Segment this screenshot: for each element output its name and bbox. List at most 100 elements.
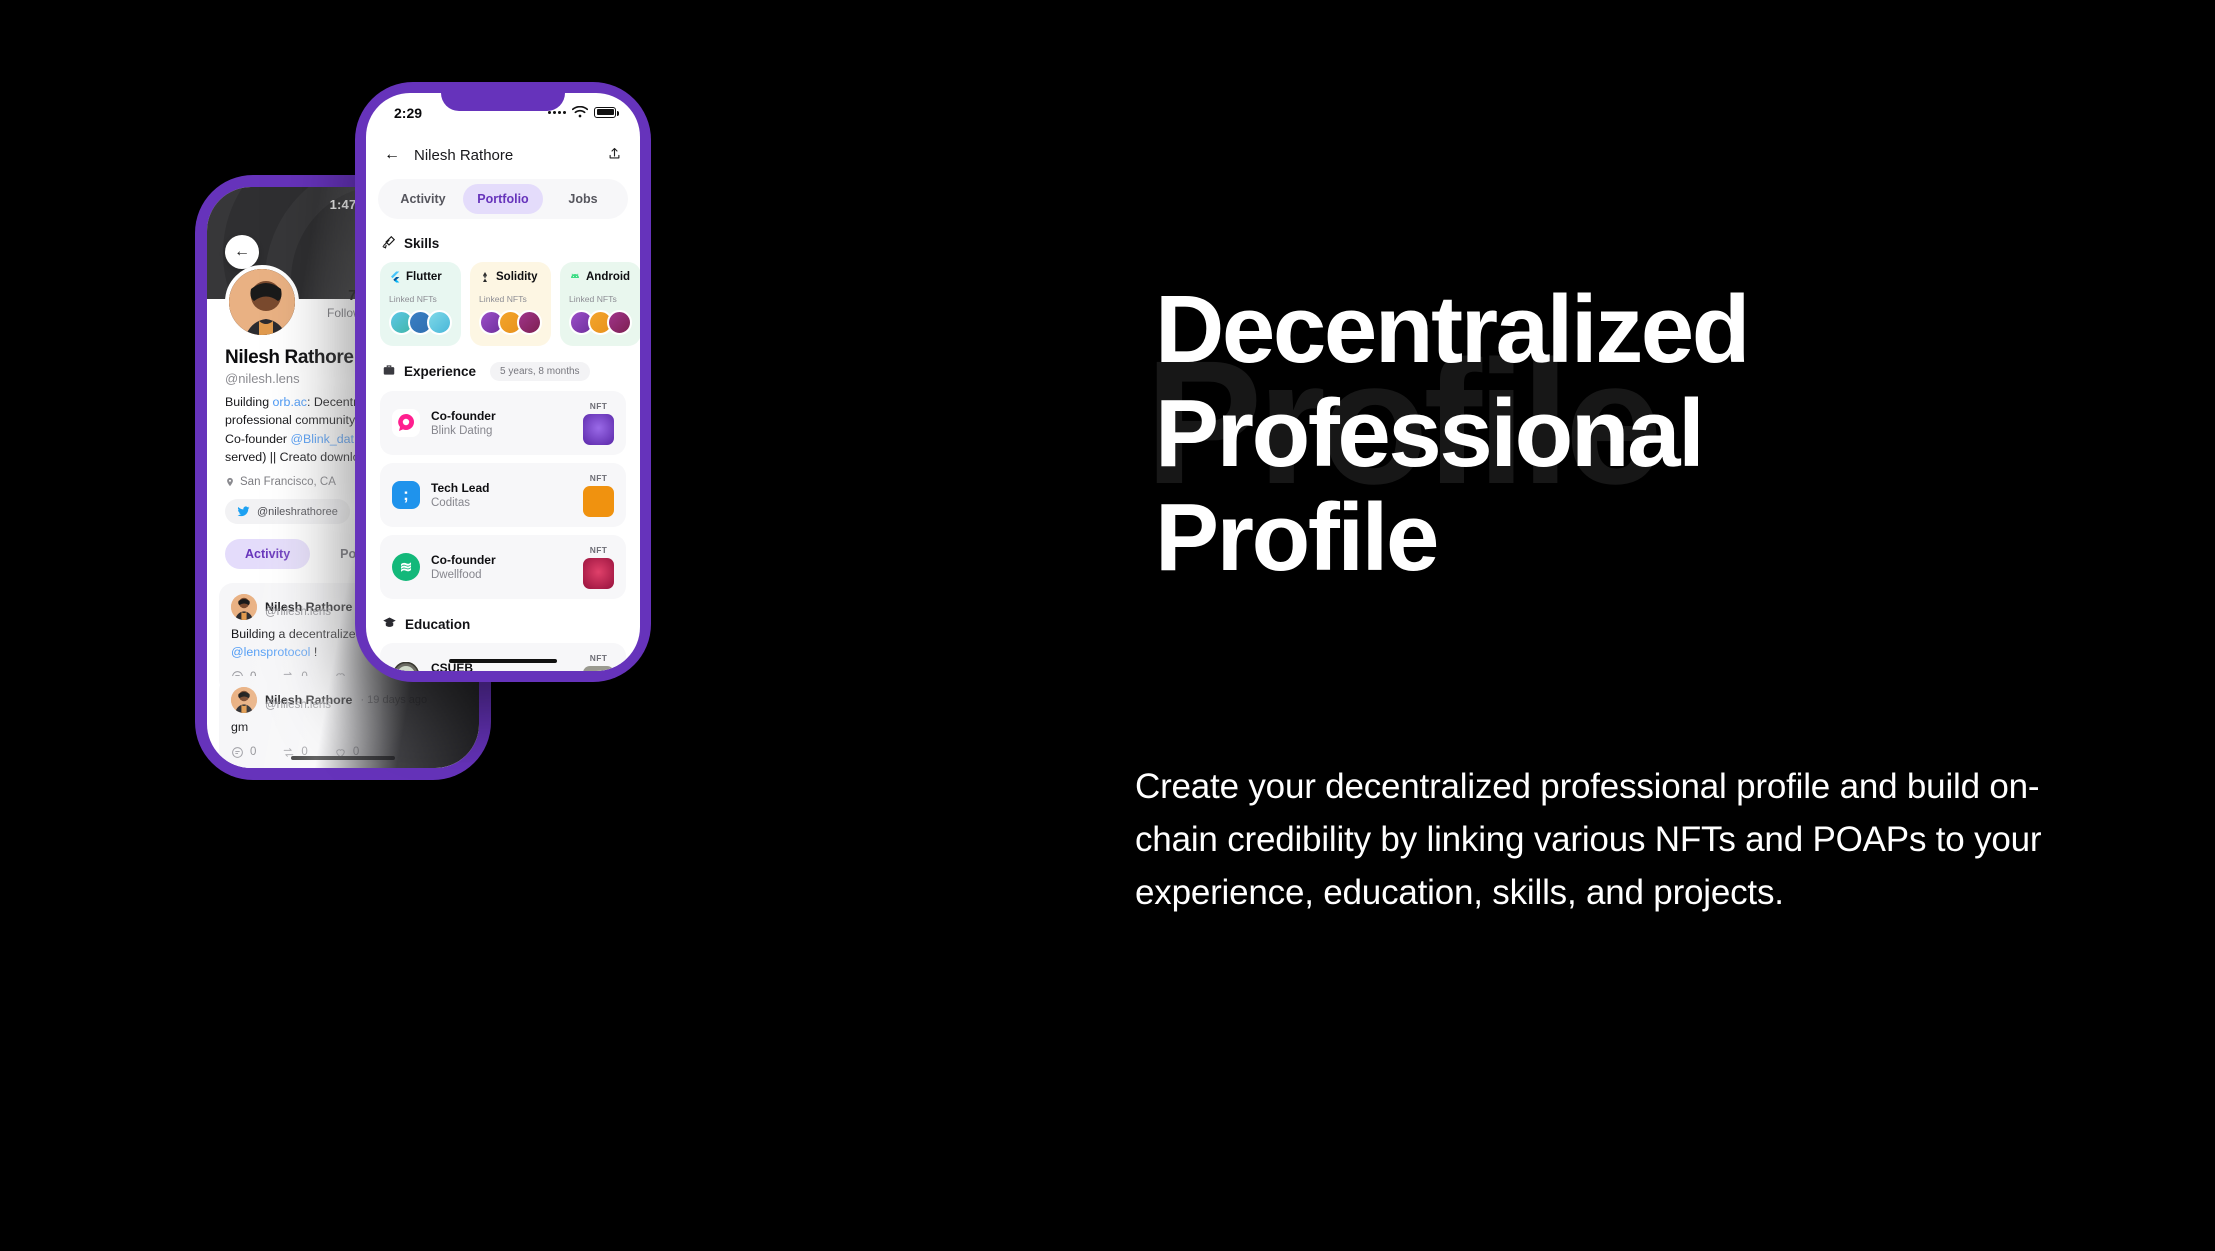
table-row[interactable]: Co-founder Blink Dating NFT — [380, 391, 626, 455]
education-title: Education — [405, 616, 471, 632]
hero-title-line-3: Profile — [1155, 483, 1439, 591]
experience-duration: 5 years, 8 months — [490, 362, 590, 381]
flutter-icon — [391, 271, 400, 283]
twitter-icon — [237, 506, 250, 517]
home-indicator — [449, 659, 557, 663]
company-logo: ; — [392, 481, 420, 509]
company-logo — [392, 409, 420, 437]
skill-name: Flutter — [406, 271, 442, 283]
solidity-icon — [483, 272, 487, 282]
status-bar: 2:29 — [366, 93, 640, 135]
nft-badge[interactable]: NFT — [583, 401, 614, 445]
profile-handle: @nilesh.lens — [225, 371, 300, 386]
tab-activity[interactable]: Activity — [225, 539, 311, 569]
hero-title-line-2: Professional — [1155, 379, 1705, 487]
skill-card-flutter[interactable]: Flutter Linked NFTs — [380, 262, 461, 346]
profile-location-label: San Francisco, CA — [240, 476, 336, 488]
comment-icon — [232, 746, 243, 758]
list-item[interactable]: Nilesh Rathore · 19 days ago @nilesh.len… — [219, 759, 479, 768]
role: Co-founder — [431, 553, 496, 567]
nft-thumb — [583, 666, 614, 671]
graduation-cap-icon — [382, 615, 397, 633]
tab-activity[interactable]: Activity — [383, 184, 463, 214]
nft-badge[interactable]: NFT — [583, 473, 614, 517]
battery-icon — [594, 106, 619, 118]
linked-nfts-label: Linked NFTs — [389, 294, 437, 304]
skills-title: Skills — [404, 236, 440, 251]
school-logo — [392, 661, 420, 671]
wifi-icon — [572, 106, 588, 118]
tab-portfolio[interactable]: Portfolio — [463, 184, 543, 214]
table-row[interactable]: ; Tech Lead Coditas NFT — [380, 463, 626, 527]
twitter-chip[interactable]: @nileshrathoree — [225, 499, 350, 524]
portfolio-content: Activity Portfolio Jobs Skills Flutter L… — [366, 175, 640, 671]
nav-title: Nilesh Rathore — [414, 146, 514, 164]
nft-badge[interactable]: NFT — [583, 653, 614, 671]
profile-name: Nilesh Rathore — [225, 347, 354, 368]
table-row[interactable]: CSUEB MS in Computer Science NFT — [380, 643, 626, 671]
signal-dots-icon — [548, 110, 566, 114]
linked-nfts — [479, 310, 542, 335]
experience-list: Co-founder Blink Dating NFT ; Tech Lead … — [380, 391, 626, 599]
company: Coditas — [431, 497, 470, 509]
nav-bar: ← Nilesh Rathore — [366, 135, 640, 175]
experience-section-header: Experience 5 years, 8 months — [382, 362, 624, 381]
education-list: CSUEB MS in Computer Science NFT RGPV BE — [380, 643, 626, 671]
skill-card-solidity[interactable]: Solidity Linked NFTs — [470, 262, 551, 346]
nft-thumb[interactable] — [427, 310, 452, 335]
android-icon — [571, 273, 579, 278]
nft-thumb[interactable] — [607, 310, 632, 335]
back-arrow-icon[interactable]: ← — [225, 235, 259, 269]
skill-card-android[interactable]: Android Linked NFTs — [560, 262, 640, 346]
profile-location: San Francisco, CA — [225, 476, 336, 488]
comment-action[interactable]: 0 — [231, 746, 256, 759]
skills-section-header: Skills — [382, 235, 624, 252]
nft-label: NFT — [589, 401, 608, 411]
skill-name: Android — [586, 271, 631, 283]
skill-name: Solidity — [496, 271, 538, 283]
linked-nfts — [569, 310, 632, 335]
page-title: Decentralized Professional Profile — [1155, 280, 2155, 587]
briefcase-icon — [382, 363, 396, 380]
linked-nfts — [389, 310, 452, 335]
notch — [441, 93, 565, 111]
education-section-header: Education — [382, 615, 624, 633]
home-indicator — [291, 756, 395, 760]
tab-jobs[interactable]: Jobs — [543, 184, 623, 214]
nft-thumb — [583, 414, 614, 445]
post-mention[interactable]: @lensprotocol — [231, 645, 310, 659]
nft-label: NFT — [589, 653, 608, 663]
front-phone-screen: 2:29 ← Nilesh Rathore Activity Portfolio… — [366, 93, 640, 671]
company: Blink Dating — [431, 425, 493, 437]
nft-thumb — [583, 486, 614, 517]
nft-label: NFT — [589, 545, 608, 555]
avatar — [225, 265, 299, 339]
status-time: 2:29 — [394, 105, 423, 121]
hero-title-line-1: Decentralized — [1155, 276, 1750, 383]
tab-bar: Activity Portfolio Jobs — [378, 179, 628, 219]
post-avatar — [231, 687, 257, 713]
location-pin-icon — [227, 477, 233, 487]
list-item[interactable]: Nilesh Rathore · 19 days ago @nilesh.len… — [219, 676, 479, 768]
nft-badge[interactable]: NFT — [583, 545, 614, 589]
twitter-chip-label: @nileshrathoree — [257, 505, 338, 518]
linked-nfts-label: Linked NFTs — [569, 294, 617, 304]
company: Dwellfood — [431, 569, 482, 581]
linked-nfts-label: Linked NFTs — [479, 294, 527, 304]
bio-mention-blink[interactable]: @Blink_dat — [290, 432, 354, 446]
share-icon[interactable] — [607, 146, 622, 165]
tools-icon — [382, 235, 396, 252]
post-time: · 19 days ago — [360, 694, 428, 706]
back-arrow-icon[interactable]: ← — [384, 146, 400, 164]
nft-thumb — [583, 558, 614, 589]
nft-label: NFT — [589, 473, 608, 483]
experience-title: Experience — [404, 364, 477, 379]
skills-list: Flutter Linked NFTs Solidity Linked NFTs — [380, 262, 640, 346]
front-phone-mockup: 2:29 ← Nilesh Rathore Activity Portfolio… — [355, 82, 651, 682]
bio-link-orb[interactable]: orb.ac — [273, 395, 307, 409]
role: Co-founder — [431, 409, 496, 423]
company-logo: ≋ — [392, 553, 420, 581]
table-row[interactable]: ≋ Co-founder Dwellfood NFT — [380, 535, 626, 599]
nft-thumb[interactable] — [517, 310, 542, 335]
post-text: gm — [231, 720, 249, 734]
